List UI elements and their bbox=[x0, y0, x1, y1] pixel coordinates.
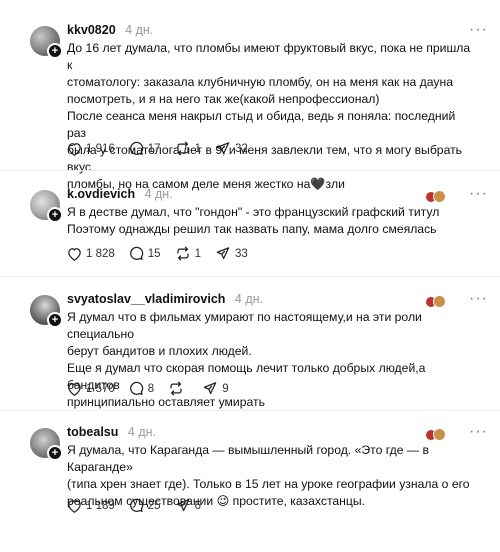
more-icon[interactable]: ··· bbox=[469, 424, 488, 440]
comment-icon bbox=[129, 498, 143, 512]
comment-count: 25 bbox=[147, 499, 161, 512]
share-icon bbox=[216, 142, 230, 155]
repost-button[interactable]: 1 bbox=[175, 246, 201, 261]
post-line: Поэтому однажды решил так назвать папу, … bbox=[67, 222, 437, 236]
username[interactable]: tobealsu bbox=[67, 425, 118, 439]
heart-icon bbox=[68, 142, 81, 156]
share-count: 33 bbox=[234, 247, 248, 260]
post-line: посмотреть, и я на него так же(какой неп… bbox=[67, 92, 380, 106]
more-icon[interactable]: ··· bbox=[469, 186, 488, 202]
repost-button[interactable] bbox=[168, 381, 188, 396]
heart-icon bbox=[68, 382, 81, 396]
share-count: 9 bbox=[222, 382, 229, 395]
like-button[interactable]: 1 828 bbox=[67, 247, 115, 261]
like-button[interactable]: 1 570 bbox=[67, 382, 115, 396]
avatar[interactable]: + bbox=[30, 295, 63, 328]
post-time: 4 дн. bbox=[144, 187, 173, 201]
heart-icon bbox=[68, 247, 81, 261]
share-count: 32 bbox=[234, 142, 248, 155]
avatar[interactable]: + bbox=[30, 26, 63, 59]
repost-count: 1 bbox=[194, 142, 201, 155]
share-icon bbox=[203, 382, 217, 395]
share-icon bbox=[176, 499, 189, 512]
repost-button[interactable]: 1 bbox=[175, 141, 201, 156]
follow-plus-icon[interactable]: + bbox=[47, 43, 63, 59]
post-time: 4 дн. bbox=[125, 23, 154, 37]
repost-icon bbox=[170, 381, 182, 396]
liked-by-avatars bbox=[426, 428, 446, 442]
post-line: Я в дестве думал, что "гондон" - это фра… bbox=[67, 205, 440, 219]
post-actions: 1 828 15 1 33 bbox=[67, 246, 262, 261]
share-count: 6 bbox=[194, 499, 201, 512]
post-line: Я думала, что Караганда — вымышленный го… bbox=[67, 443, 429, 474]
comment-icon bbox=[129, 381, 143, 395]
post-actions: 1 189 25 6 bbox=[67, 498, 215, 513]
repost-icon bbox=[176, 141, 189, 156]
repost-icon bbox=[176, 246, 189, 261]
like-count: 1 828 bbox=[86, 247, 115, 260]
post-time: 4 дн. bbox=[127, 425, 156, 439]
like-count: 1 189 bbox=[86, 499, 115, 512]
like-button[interactable]: 1 189 bbox=[67, 499, 115, 513]
like-button[interactable]: 1 916 bbox=[67, 142, 115, 156]
threads-feed: + kkv0820 4 дн. ··· До 16 лет думала, чт… bbox=[0, 0, 500, 552]
post-line: стоматологу: заказала клубничную пломбу,… bbox=[67, 75, 454, 89]
comment-count: 8 bbox=[147, 382, 155, 395]
more-icon[interactable]: ··· bbox=[469, 22, 488, 38]
liked-by-avatars bbox=[426, 295, 446, 309]
follow-plus-icon[interactable]: + bbox=[47, 445, 63, 461]
comment-icon bbox=[129, 246, 143, 260]
divider bbox=[0, 276, 500, 277]
comment-icon bbox=[129, 141, 143, 155]
heart-icon bbox=[68, 499, 81, 513]
share-button[interactable]: 6 bbox=[175, 498, 201, 513]
comment-button[interactable]: 17 bbox=[129, 141, 161, 156]
post-line: До 16 лет думала, что пломбы имеют фрукт… bbox=[67, 41, 471, 72]
avatar[interactable]: + bbox=[30, 190, 63, 223]
username[interactable]: k.ovdievich bbox=[67, 187, 135, 201]
follow-plus-icon[interactable]: + bbox=[47, 312, 63, 328]
post-line: После сеанса меня накрыл стыд и обида, в… bbox=[67, 109, 456, 140]
comment-button[interactable]: 15 bbox=[129, 246, 161, 261]
post-header: k.ovdievich 4 дн. bbox=[67, 186, 173, 202]
post-header: kkv0820 4 дн. bbox=[67, 22, 153, 38]
share-button[interactable]: 9 bbox=[202, 381, 229, 396]
repost-count: 1 bbox=[194, 247, 201, 260]
post-line: (типа хрен знает где). Только в 15 лет н… bbox=[67, 477, 470, 491]
comment-button[interactable]: 8 bbox=[129, 381, 154, 396]
share-button[interactable]: 33 bbox=[215, 246, 248, 261]
username[interactable]: kkv0820 bbox=[67, 23, 116, 37]
post-text: Я в дестве думал, что "гондон" - это фра… bbox=[67, 204, 477, 238]
post-actions: 1 570 8 9 bbox=[67, 381, 243, 396]
follow-plus-icon[interactable]: + bbox=[47, 207, 63, 223]
post-line: берут бандитов и плохих людей. bbox=[67, 344, 252, 358]
share-button[interactable]: 32 bbox=[215, 141, 248, 156]
comment-count: 15 bbox=[147, 247, 161, 260]
like-count: 1 570 bbox=[86, 382, 115, 395]
post-header: tobealsu 4 дн. bbox=[67, 424, 156, 440]
avatar[interactable]: + bbox=[30, 428, 63, 461]
post-header: svyatoslav__vladimirovich 4 дн. bbox=[67, 291, 263, 307]
share-icon bbox=[216, 247, 230, 260]
post-line: принципиально оставляет умирать bbox=[67, 395, 265, 409]
comment-count: 17 bbox=[147, 142, 161, 155]
liked-by-avatars bbox=[426, 190, 446, 204]
like-count: 1 916 bbox=[86, 142, 115, 155]
username[interactable]: svyatoslav__vladimirovich bbox=[67, 292, 225, 306]
post-time: 4 дн. bbox=[234, 292, 264, 306]
post-line: Я думал что в фильмах умирают по настоящ… bbox=[67, 310, 422, 341]
comment-button[interactable]: 25 bbox=[129, 498, 161, 513]
divider bbox=[0, 410, 500, 411]
divider bbox=[0, 170, 500, 171]
post-actions: 1 916 17 1 32 bbox=[67, 141, 262, 156]
more-icon[interactable]: ··· bbox=[469, 291, 488, 307]
